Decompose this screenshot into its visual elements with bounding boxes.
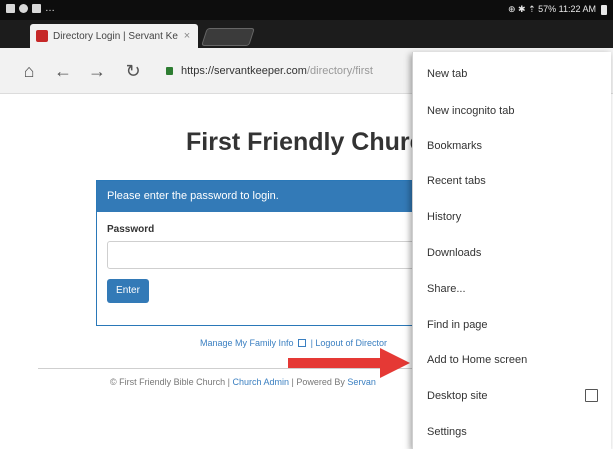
menu-item-label: Bookmarks	[427, 140, 483, 152]
password-label: Password	[107, 224, 155, 235]
manage-family-info-link[interactable]: Manage My Family Info	[200, 338, 294, 348]
tab-strip: Directory Login | Servant Ke ×	[0, 20, 613, 48]
battery-icon	[601, 4, 607, 15]
menu-item-label: Find in page	[427, 319, 488, 331]
red-arrow-annotation	[288, 348, 410, 378]
enter-button[interactable]: Enter	[107, 279, 149, 303]
menu-item-label: Add to Home screen	[427, 354, 528, 366]
menu-item-history[interactable]: History	[413, 199, 612, 235]
status-bar: … ⊕ ✱ ⇡ 57% 11:22 AM	[0, 0, 613, 20]
menu-item-label: New tab	[427, 68, 468, 80]
menu-item-bookmarks[interactable]: Bookmarks	[413, 128, 612, 164]
back-arrow-icon[interactable]: ←	[52, 60, 74, 82]
menu-item-settings[interactable]: Settings	[413, 414, 612, 449]
status-icons-left: …	[6, 3, 55, 14]
menu-item-find-in-page[interactable]: Find in page	[413, 307, 612, 343]
notification-icon	[32, 4, 41, 13]
url-path: /directory/first	[306, 65, 373, 77]
menu-item-label: History	[427, 211, 462, 223]
tab-close-icon[interactable]: ×	[180, 30, 194, 42]
menu-item-label: Settings	[427, 426, 467, 438]
menu-item-label: Share...	[427, 283, 466, 295]
menu-item-label: Downloads	[427, 247, 482, 259]
image-notification-icon	[6, 4, 15, 13]
forward-arrow-icon[interactable]: →	[86, 60, 108, 82]
new-tab-button[interactable]	[201, 28, 255, 46]
menu-item-add-to-home-screen[interactable]: Add to Home screen	[413, 342, 612, 378]
menu-item-new-tab[interactable]: New tab	[413, 56, 612, 92]
tab-title: Directory Login | Servant Ke	[53, 30, 178, 42]
menu-item-desktop-site[interactable]: Desktop site	[413, 378, 612, 414]
reload-icon[interactable]: ↻	[122, 60, 144, 82]
lock-icon	[166, 67, 173, 75]
browser-tab[interactable]: Directory Login | Servant Ke ×	[30, 24, 198, 48]
red-arrow-shape	[288, 348, 410, 378]
menu-item-label: Recent tabs	[427, 175, 486, 187]
page-title: First Friendly Churc	[186, 128, 424, 156]
menu-item-recent-tabs[interactable]: Recent tabs	[413, 163, 612, 199]
address-bar[interactable]: https://servantkeeper.com /directory/fir…	[166, 60, 416, 82]
status-right-text: ⊕ ✱ ⇡ 57% 11:22 AM	[508, 4, 596, 14]
more-notifications-icon: …	[45, 3, 55, 14]
overflow-menu: New tab New incognito tab Bookmarks Recent …	[412, 52, 611, 449]
menu-item-share[interactable]: Share...	[413, 271, 612, 307]
menu-item-new-incognito-tab[interactable]: New incognito tab	[413, 93, 612, 129]
login-panel-header: Please enter the password to login.	[97, 181, 435, 212]
sync-notification-icon	[19, 4, 28, 13]
password-field[interactable]	[107, 241, 427, 269]
menu-item-label: Desktop site	[427, 390, 488, 402]
servantkeeper-favicon-icon	[36, 30, 48, 42]
footer-copyright: © First Friendly Bible Church |	[110, 377, 233, 387]
home-icon[interactable]: ⌂	[18, 60, 40, 82]
login-panel: Please enter the password to login. Pass…	[96, 180, 436, 326]
desktop-site-checkbox[interactable]	[585, 389, 598, 402]
url-origin: https://servantkeeper.com	[181, 65, 307, 77]
status-icons-right: ⊕ ✱ ⇡ 57% 11:22 AM	[508, 4, 607, 15]
church-admin-link[interactable]: Church Admin	[233, 377, 290, 387]
menu-item-downloads[interactable]: Downloads	[413, 235, 612, 271]
menu-item-label: New incognito tab	[427, 105, 515, 117]
